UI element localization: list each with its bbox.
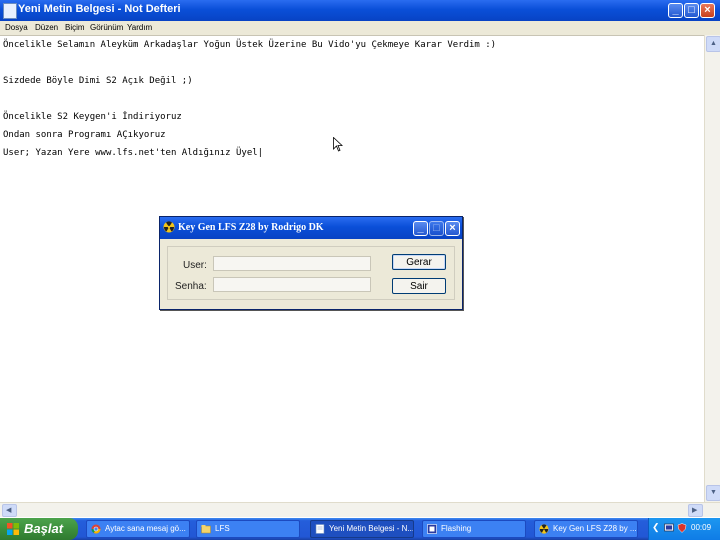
menu-bar: Dosya Düzen Biçim Görünüm Yardım (0, 21, 720, 36)
notepad-icon (3, 3, 17, 19)
keygen-titlebar[interactable]: Key Gen LFS Z28 by Rodrigo DK _ □ × (160, 217, 462, 239)
sair-button[interactable]: Sair (392, 278, 446, 294)
taskbar-item-chrome[interactable]: Aytac sana mesaj gö... (86, 520, 190, 538)
taskbar-item-label: LFS (215, 524, 230, 533)
start-button[interactable]: Başlat (0, 518, 78, 540)
horizontal-scrollbar[interactable]: ◀ ▶ (0, 502, 720, 517)
text-line: User; Yazan Yere www.lfs.net'ten Aldığın… (3, 148, 264, 158)
security-shield-icon[interactable] (677, 523, 687, 533)
text-line: Ondan sonra Programı AÇıkyoruz (3, 130, 166, 140)
text-editor[interactable]: Öncelikle Selamın Aleyküm Arkadaşlar Yoğ… (3, 36, 703, 162)
keygen-icon (539, 524, 549, 534)
keygen-minimize-button[interactable]: _ (413, 221, 428, 236)
taskbar-item-notepad[interactable]: Yeni Metin Belgesi - N... (310, 520, 414, 538)
notepad-titlebar[interactable]: Yeni Metin Belgesi - Not Defteri _ □ × (0, 0, 720, 21)
folder-icon (201, 525, 211, 534)
notepad-icon (315, 524, 325, 534)
taskbar-item-label: Key Gen LFS Z28 by ... (553, 524, 637, 533)
clock: 00:09 (691, 523, 712, 532)
radiation-icon (163, 221, 175, 233)
windows-logo-icon (7, 523, 19, 535)
arrow-right-icon: ▶ (692, 507, 698, 514)
app-icon (427, 524, 437, 534)
minimize-button[interactable]: _ (668, 3, 683, 18)
taskbar-item-flashing[interactable]: Flashing (422, 520, 526, 538)
start-label: Başlat (24, 521, 64, 536)
network-icon[interactable] (664, 523, 674, 533)
keygen-title: Key Gen LFS Z28 by Rodrigo DK (178, 222, 324, 233)
taskbar-item-lfs[interactable]: LFS (196, 520, 300, 538)
text-line: Sizdede Böyle Dimi S2 Açık Değil ;) (3, 76, 193, 86)
system-tray: ❮ 00:09 (648, 518, 720, 540)
taskbar-item-label: Aytac sana mesaj gö... (105, 524, 186, 533)
menu-yardim[interactable]: Yardım (127, 23, 152, 32)
taskbar-item-keygen[interactable]: Key Gen LFS Z28 by ... (534, 520, 638, 538)
menu-duzen[interactable]: Düzen (35, 23, 58, 32)
arrow-down-icon: ▼ (710, 489, 717, 496)
senha-label: Senha: (175, 281, 207, 292)
close-button[interactable]: × (700, 3, 715, 18)
menu-bicim[interactable]: Biçim (65, 23, 85, 32)
scroll-up-button[interactable]: ▲ (706, 36, 720, 52)
gerar-button[interactable]: Gerar (392, 254, 446, 270)
text-line: Öncelikle Selamın Aleyküm Arkadaşlar Yoğ… (3, 40, 497, 50)
vertical-scrollbar[interactable]: ▲ ▼ (704, 35, 720, 502)
taskbar-item-label: Flashing (441, 524, 472, 533)
user-input[interactable] (213, 256, 371, 271)
mouse-cursor-icon (333, 137, 343, 152)
keygen-close-button[interactable]: × (445, 221, 460, 236)
keygen-panel: User: Senha: Gerar Sair (167, 246, 455, 300)
maximize-button[interactable]: □ (684, 3, 699, 18)
text-line: Öncelikle S2 Keygen'i İndiriyoruz (3, 112, 182, 122)
chrome-icon (91, 524, 101, 534)
senha-input[interactable] (213, 277, 371, 292)
text-line (3, 54, 703, 72)
scroll-right-button[interactable]: ▶ (688, 504, 703, 517)
arrow-left-icon: ◀ (6, 507, 12, 514)
taskbar-item-label: Yeni Metin Belgesi - N... (329, 524, 414, 533)
scroll-left-button[interactable]: ◀ (2, 504, 17, 517)
menu-dosya[interactable]: Dosya (5, 23, 28, 32)
scroll-down-button[interactable]: ▼ (706, 485, 720, 501)
window-title: Yeni Metin Belgesi - Not Defteri (18, 3, 181, 15)
tray-expand-icon[interactable]: ❮ (652, 522, 662, 532)
keygen-dialog: Key Gen LFS Z28 by Rodrigo DK _ □ × User… (159, 216, 463, 310)
keygen-maximize-button: □ (429, 221, 444, 236)
user-label: User: (183, 260, 207, 271)
text-line (3, 90, 703, 108)
menu-gorunum[interactable]: Görünüm (90, 23, 123, 32)
arrow-up-icon: ▲ (710, 40, 717, 47)
taskbar: Başlat Aytac sana mesaj gö... LFS Yeni M… (0, 518, 720, 540)
